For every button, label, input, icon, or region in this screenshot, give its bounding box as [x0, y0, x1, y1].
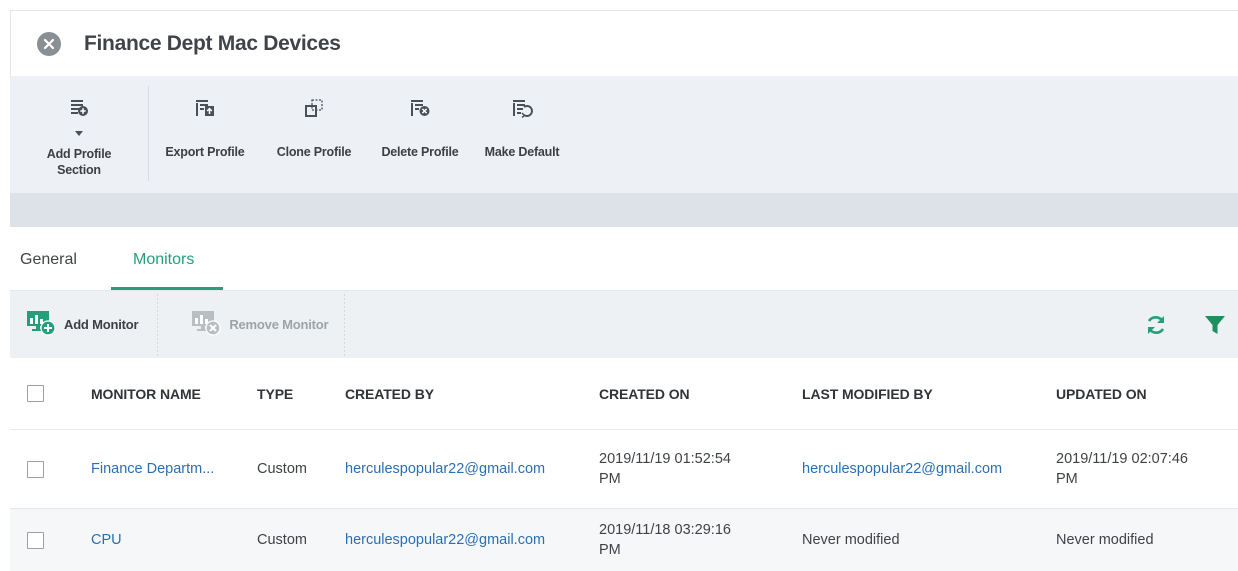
- column-header-created-by[interactable]: CREATED BY: [345, 358, 434, 429]
- export-profile-button[interactable]: Export Profile: [149, 76, 261, 160]
- updated-on-ampm: PM: [1056, 471, 1078, 487]
- remove-monitor-button[interactable]: Remove Monitor: [191, 307, 329, 342]
- created-on-ampm: PM: [599, 471, 621, 487]
- updated-on: Never modified: [1056, 532, 1154, 548]
- monitor-type: Custom: [257, 532, 307, 548]
- monitors-action-bar: Add Monitor Remove Monitor: [10, 291, 1238, 358]
- make-default-button[interactable]: Make Default: [473, 76, 571, 160]
- last-modified-by-link[interactable]: herculespopular22@gmail.com: [802, 430, 1002, 508]
- clone-icon: [303, 98, 325, 123]
- page-title: Finance Dept Mac Devices: [84, 31, 341, 55]
- active-tab-indicator: [111, 287, 223, 290]
- tab-monitors[interactable]: Monitors: [133, 251, 194, 269]
- tab-general[interactable]: General: [20, 251, 77, 269]
- row-select-cell: [27, 509, 44, 571]
- column-header-updated-on[interactable]: UPDATED ON: [1056, 358, 1147, 429]
- created-on-ampm: PM: [599, 542, 621, 558]
- created-by-link[interactable]: herculespopular22@gmail.com: [345, 509, 545, 571]
- row-checkbox[interactable]: [27, 460, 44, 478]
- profile-tabs: General Monitors: [10, 227, 1238, 291]
- delete-icon: [409, 98, 431, 123]
- export-icon: [194, 98, 216, 123]
- refresh-icon[interactable]: [1144, 313, 1168, 337]
- column-header-last-modified-by[interactable]: LAST MODIFIED BY: [802, 358, 933, 429]
- created-on: 2019/11/18 03:29:16 PM: [599, 509, 779, 571]
- monitor-name-link[interactable]: Finance Departm...: [91, 430, 214, 508]
- add-monitor-button[interactable]: Add Monitor: [26, 307, 139, 342]
- delete-profile-label: Delete Profile: [381, 145, 459, 159]
- clone-profile-button[interactable]: Clone Profile: [261, 76, 367, 160]
- export-profile-label: Export Profile: [165, 145, 245, 159]
- monitors-table: MONITOR NAME TYPE CREATED BY CREATED ON …: [10, 358, 1238, 571]
- remove-monitor-label: Remove Monitor: [229, 317, 329, 332]
- select-all-checkbox[interactable]: [27, 385, 44, 402]
- remove-monitor-icon: [191, 307, 225, 342]
- add-profile-section-button[interactable]: Add Profile Section: [10, 76, 148, 178]
- toolbar-spacer: [10, 193, 1238, 227]
- action-divider: [157, 293, 159, 356]
- column-header-created-on[interactable]: CREATED ON: [599, 358, 690, 429]
- add-monitor-label: Add Monitor: [64, 317, 139, 332]
- add-profile-section-label: Add Profile Section: [46, 147, 112, 177]
- close-icon[interactable]: [37, 31, 61, 56]
- profile-title-bar: Finance Dept Mac Devices: [10, 10, 1238, 76]
- column-header-monitor-name[interactable]: MONITOR NAME: [91, 358, 201, 429]
- created-on: 2019/11/19 01:52:54 PM: [599, 430, 779, 508]
- last-modified-by: Never modified: [802, 532, 900, 548]
- row-select-cell: [27, 430, 44, 508]
- column-header-type[interactable]: TYPE: [257, 358, 293, 429]
- created-on-date: 2019/11/19 01:52:54: [599, 451, 731, 467]
- table-row[interactable]: CPU Custom herculespopular22@gmail.com 2…: [10, 509, 1238, 571]
- make-default-icon: [511, 98, 533, 123]
- make-default-label: Make Default: [484, 145, 560, 159]
- delete-profile-button[interactable]: Delete Profile: [367, 76, 473, 160]
- created-on-date: 2019/11/18 03:29:16: [599, 522, 731, 538]
- profile-toolbar: Add Profile Section Export Profile Clone…: [10, 76, 1238, 193]
- row-checkbox[interactable]: [27, 531, 44, 549]
- monitor-type: Custom: [257, 461, 307, 477]
- chevron-down-icon: [74, 124, 84, 142]
- action-divider: [344, 293, 346, 356]
- table-row[interactable]: Finance Departm... Custom herculespopula…: [10, 430, 1238, 509]
- add-monitor-icon: [26, 307, 60, 342]
- clone-profile-label: Clone Profile: [276, 145, 352, 159]
- monitor-name-link[interactable]: CPU: [91, 509, 122, 571]
- select-all-cell: [27, 358, 44, 429]
- updated-on: 2019/11/19 02:07:46 PM: [1056, 430, 1236, 508]
- updated-on-date: 2019/11/19 02:07:46: [1056, 451, 1188, 467]
- filter-icon[interactable]: [1204, 314, 1226, 336]
- table-header-row: MONITOR NAME TYPE CREATED BY CREATED ON …: [10, 358, 1238, 430]
- created-by-link[interactable]: herculespopular22@gmail.com: [345, 430, 545, 508]
- add-section-icon: [68, 98, 90, 123]
